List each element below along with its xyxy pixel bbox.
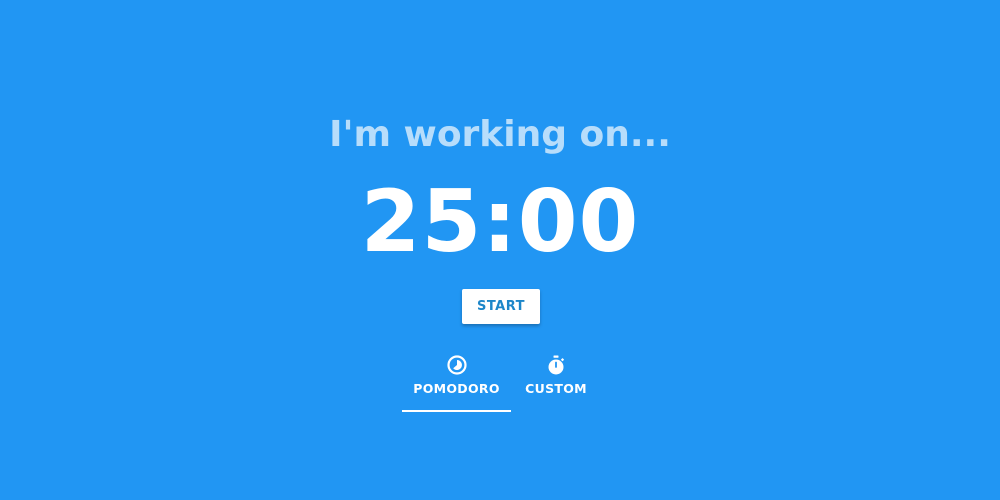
tab-custom-label: CUSTOM	[525, 381, 587, 396]
start-button[interactable]: START	[462, 289, 540, 324]
pomodoro-icon	[446, 355, 467, 375]
active-tab-indicator	[402, 410, 511, 412]
tab-pomodoro[interactable]: POMODORO	[402, 345, 511, 413]
task-input[interactable]	[250, 108, 750, 160]
stopwatch-icon	[548, 355, 564, 375]
mode-tabs: POMODORO CUSTOM	[402, 345, 602, 413]
tab-custom[interactable]: CUSTOM	[511, 345, 601, 413]
timer-display: 25:00	[360, 172, 640, 272]
tab-pomodoro-label: POMODORO	[413, 381, 500, 396]
